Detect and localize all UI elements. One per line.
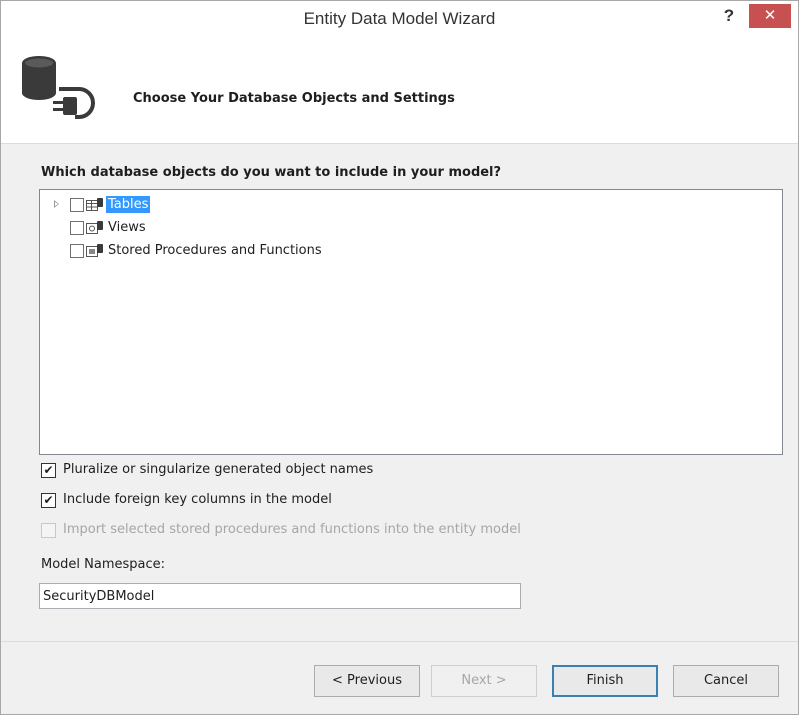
import-procedures-checkbox xyxy=(41,523,56,538)
model-namespace-input[interactable] xyxy=(39,583,521,609)
tree-item-label: Stored Procedures and Functions xyxy=(108,243,322,258)
expand-arrow-icon[interactable] xyxy=(54,200,59,208)
finish-button[interactable]: Finish xyxy=(552,665,658,697)
database-objects-tree[interactable]: Tables Views Stored Procedures and Funct… xyxy=(39,189,783,455)
help-button[interactable]: ? xyxy=(717,5,741,29)
stored-procedure-icon xyxy=(86,244,103,257)
tree-item-stored-procedures[interactable]: Stored Procedures and Functions xyxy=(40,241,780,261)
wizard-window: Entity Data Model Wizard ? ✕ Choose Your… xyxy=(0,0,799,715)
foreign-keys-checkbox[interactable]: ✔ xyxy=(41,493,56,508)
tree-item-label: Tables xyxy=(106,196,151,213)
header-title: Choose Your Database Objects and Setting… xyxy=(133,91,455,106)
import-procedures-option: Import selected stored procedures and fu… xyxy=(41,521,641,539)
footer-divider xyxy=(1,641,798,642)
import-procedures-label: Import selected stored procedures and fu… xyxy=(63,522,521,537)
stored-procedures-checkbox[interactable] xyxy=(70,244,84,258)
previous-button[interactable]: < Previous xyxy=(314,665,420,697)
tables-checkbox[interactable] xyxy=(70,198,84,212)
database-connect-icon xyxy=(22,56,95,119)
pluralize-checkbox[interactable]: ✔ xyxy=(41,463,56,478)
tree-item-label: Views xyxy=(108,220,146,235)
tree-item-views[interactable]: Views xyxy=(40,218,780,238)
cancel-button[interactable]: Cancel xyxy=(673,665,779,697)
model-namespace-label: Model Namespace: xyxy=(41,557,166,572)
pluralize-option[interactable]: ✔ Pluralize or singularize generated obj… xyxy=(41,461,641,479)
objects-question-label: Which database objects do you want to in… xyxy=(41,165,502,180)
view-icon xyxy=(86,221,103,234)
next-button: Next > xyxy=(431,665,537,697)
foreign-keys-label[interactable]: Include foreign key columns in the model xyxy=(63,492,332,507)
pluralize-label[interactable]: Pluralize or singularize generated objec… xyxy=(63,462,373,477)
title-bar[interactable]: Entity Data Model Wizard ? ✕ xyxy=(1,1,798,35)
window-title: Entity Data Model Wizard xyxy=(303,9,496,28)
foreign-keys-option[interactable]: ✔ Include foreign key columns in the mod… xyxy=(41,491,641,509)
views-checkbox[interactable] xyxy=(70,221,84,235)
close-button[interactable]: ✕ xyxy=(749,4,791,28)
table-icon xyxy=(86,198,103,211)
wizard-header: Choose Your Database Objects and Setting… xyxy=(1,35,798,144)
tree-item-tables[interactable]: Tables xyxy=(40,195,780,215)
